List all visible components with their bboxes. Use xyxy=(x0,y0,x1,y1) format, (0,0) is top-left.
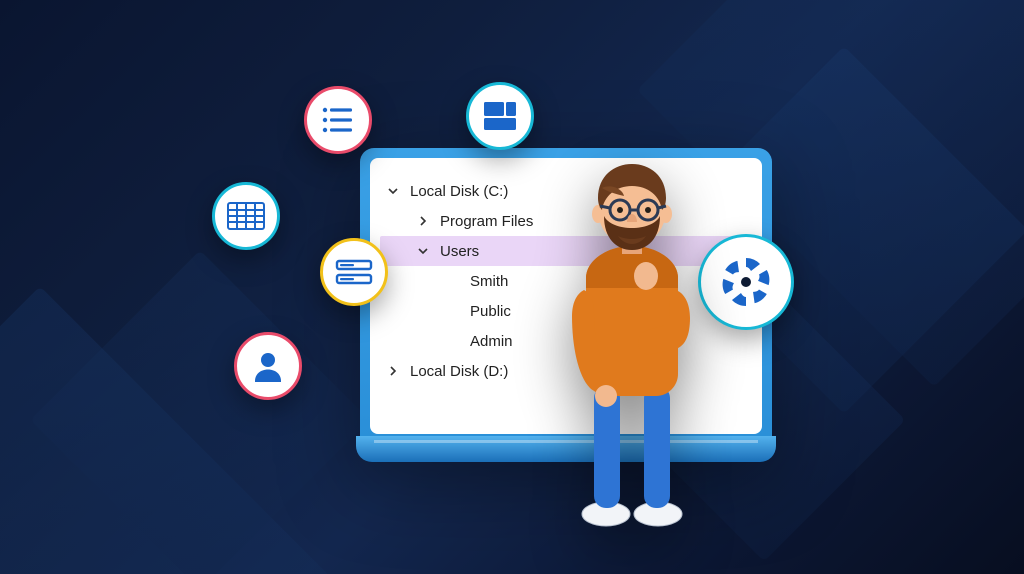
pinwheel-icon xyxy=(714,250,778,314)
tree-label: Admin xyxy=(470,333,513,350)
chevron-down-icon xyxy=(416,245,430,257)
table-view-option xyxy=(212,182,280,250)
tree-label: Users xyxy=(440,243,479,260)
tree-label: Public xyxy=(470,303,511,320)
user-view-option xyxy=(234,332,302,400)
chevron-right-icon xyxy=(416,215,430,227)
tree-label: Program Files xyxy=(440,213,533,230)
dashboard-icon xyxy=(483,101,517,131)
chevron-down-icon xyxy=(386,185,400,197)
user-icon xyxy=(253,350,283,382)
tree-label: Local Disk (D:) xyxy=(410,363,508,380)
chevron-right-icon xyxy=(386,365,400,377)
illustration-stage: Local Disk (C:) Program Files Users xyxy=(0,0,1024,574)
table-icon xyxy=(227,202,265,230)
tree-label: Local Disk (C:) xyxy=(410,183,508,200)
dashboard-view-option xyxy=(466,82,534,150)
list-view-option xyxy=(304,86,372,154)
tree-label: Smith xyxy=(470,273,508,290)
form-view-option xyxy=(320,238,388,306)
form-icon xyxy=(335,258,373,286)
list-icon xyxy=(321,105,355,135)
thinking-person-illustration xyxy=(548,158,716,530)
